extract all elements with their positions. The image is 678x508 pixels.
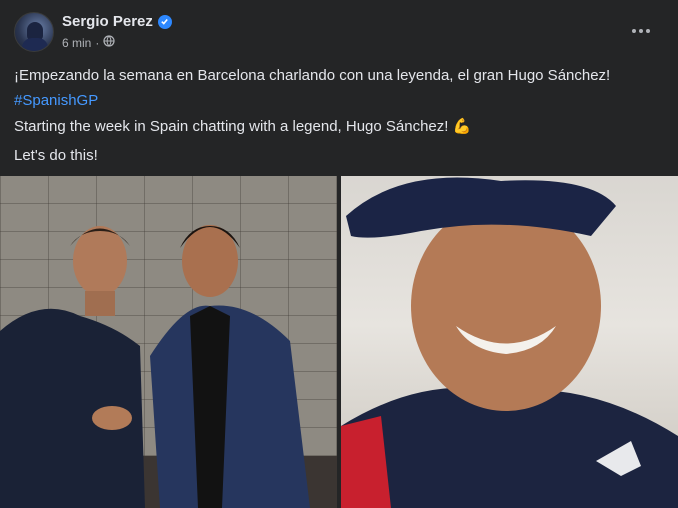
more-options-icon-dot: [646, 29, 650, 33]
author-name[interactable]: Sergio Perez: [62, 13, 153, 30]
post-text-english: Starting the week in Spain chatting with…: [14, 118, 449, 135]
verified-badge-icon: [157, 14, 172, 29]
more-options-icon-dot: [632, 29, 636, 33]
left-person-neck: [85, 291, 115, 316]
right-person-jacket: [150, 305, 310, 508]
post-meta: 6 min ·: [62, 35, 115, 50]
author-row: Sergio Perez: [62, 13, 172, 30]
globe-icon[interactable]: [103, 35, 115, 50]
more-options-icon-dot: [639, 29, 643, 33]
more-options-button[interactable]: [628, 18, 654, 44]
handshake-photo-illustration: [0, 225, 337, 508]
post-text-english-line: Starting the week in Spain chatting with…: [14, 117, 471, 137]
portrait-face: [411, 201, 601, 411]
post-header: Sergio Perez 6 min ·: [0, 0, 678, 56]
author-avatar[interactable]: [14, 12, 54, 52]
meta-separator: ·: [95, 35, 100, 50]
post-time[interactable]: 6 min: [62, 36, 91, 50]
post-photo-handshake[interactable]: [0, 176, 337, 508]
flexed-biceps-emoji: 💪: [452, 118, 472, 135]
post-text-spanish: ¡Empezando la semana en Barcelona charla…: [14, 67, 611, 84]
hashtag-link[interactable]: #SpanishGP: [14, 91, 98, 111]
post-text-closing: Let's do this!: [14, 147, 98, 164]
left-person-face: [73, 226, 127, 296]
handshake-hands: [92, 406, 132, 430]
post-photo-portrait[interactable]: [341, 176, 678, 508]
portrait-photo-illustration: [341, 177, 678, 508]
avatar-body: [22, 38, 48, 51]
